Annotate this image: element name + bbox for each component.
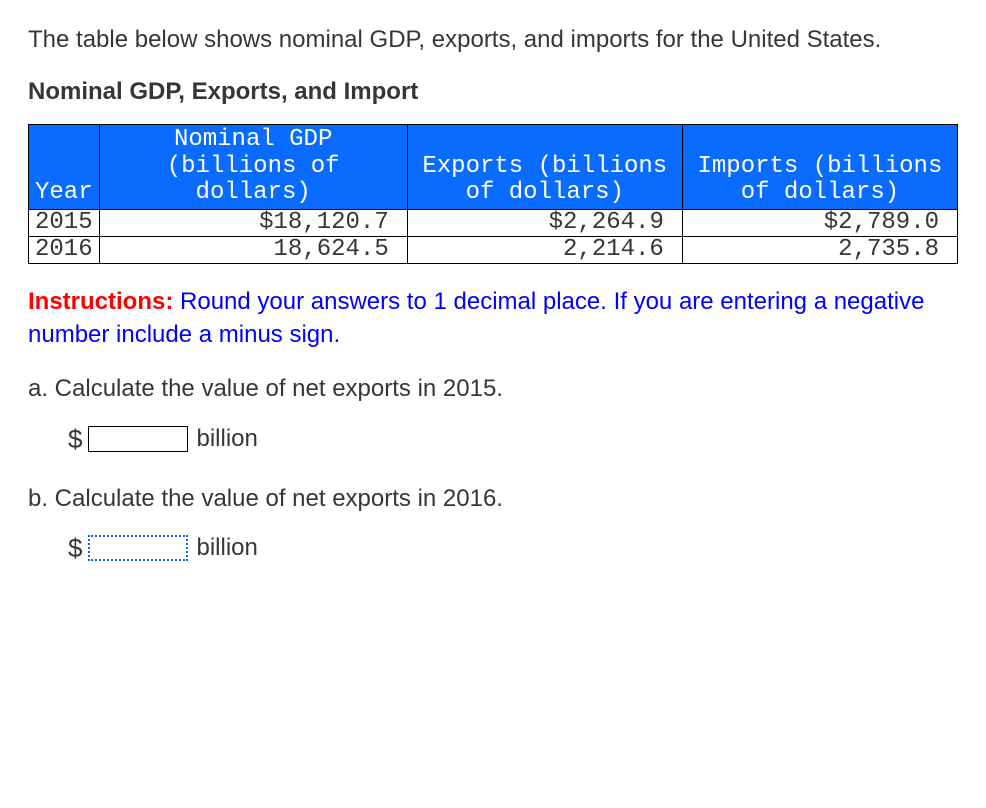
answer-a-input[interactable] — [88, 426, 188, 452]
currency-prefix: $ — [68, 533, 82, 564]
col-gdp: Nominal GDP (billions of dollars) — [99, 125, 407, 209]
cell-exports: 2,214.6 — [407, 236, 682, 263]
currency-prefix: $ — [68, 424, 82, 455]
cell-exports: $2,264.9 — [407, 209, 682, 236]
gdp-table: Year Nominal GDP (billions of dollars) E… — [28, 124, 958, 264]
cell-imports: $2,789.0 — [682, 209, 957, 236]
table-row: 2016 18,624.5 2,214.6 2,735.8 — [29, 236, 958, 263]
answer-b: $ billion — [68, 533, 958, 564]
cell-imports: 2,735.8 — [682, 236, 957, 263]
table-header-row: Year Nominal GDP (billions of dollars) E… — [29, 125, 958, 209]
cell-gdp: $18,120.7 — [99, 209, 407, 236]
unit-label: billion — [196, 425, 257, 453]
intro-text: The table below shows nominal GDP, expor… — [28, 24, 958, 56]
answer-a: $ billion — [68, 424, 958, 455]
instructions-lead: Instructions: — [28, 288, 173, 315]
cell-year: 2016 — [29, 236, 100, 263]
answer-b-input[interactable] — [88, 535, 188, 561]
cell-year: 2015 — [29, 209, 100, 236]
instructions: Instructions: Round your answers to 1 de… — [28, 286, 958, 351]
col-imports: Imports (billions of dollars) — [682, 125, 957, 209]
table-title: Nominal GDP, Exports, and Import — [28, 78, 958, 106]
cell-gdp: 18,624.5 — [99, 236, 407, 263]
unit-label: billion — [196, 534, 257, 562]
question-b-prompt: b. Calculate the value of net exports in… — [28, 483, 958, 515]
question-a-prompt: a. Calculate the value of net exports in… — [28, 373, 958, 405]
col-exports: Exports (billions of dollars) — [407, 125, 682, 209]
table-row: 2015 $18,120.7 $2,264.9 $2,789.0 — [29, 209, 958, 236]
col-year: Year — [29, 125, 100, 209]
